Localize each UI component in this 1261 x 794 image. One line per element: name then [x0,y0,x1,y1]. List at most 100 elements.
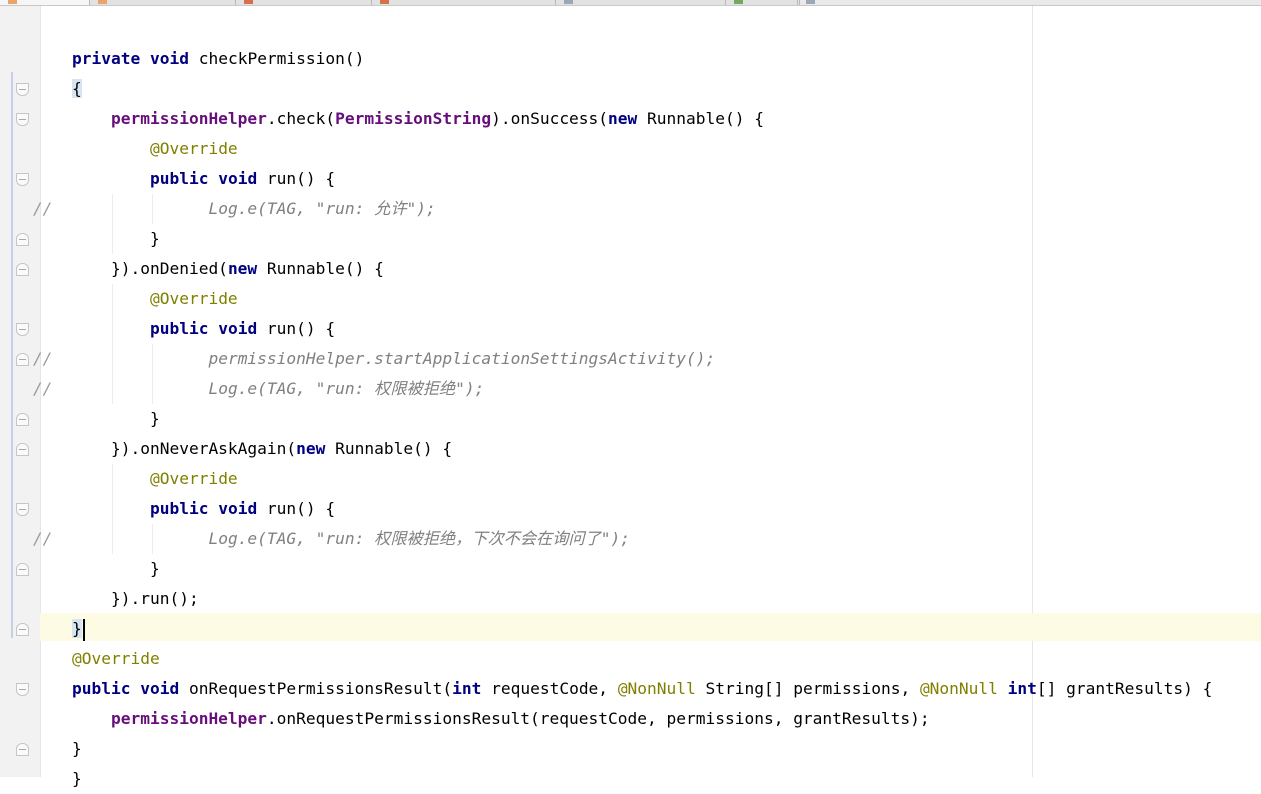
code-token: } [72,559,160,578]
code-token: public [149,319,209,338]
code-line[interactable]: } [72,224,160,254]
file-type-icon [98,0,107,4]
editor-tab-2[interactable] [90,0,236,5]
code-token: @Override [149,139,238,158]
vcs-change-marker[interactable] [11,72,13,638]
editor-tab-4[interactable] [372,0,556,5]
code-token: @NonNull [919,679,998,698]
code-line[interactable]: Log.e(TAG, "run: 允许"); [72,194,436,224]
editor-tab-6[interactable] [726,0,798,5]
code-line[interactable]: @Override [72,284,238,314]
code-line[interactable]: } [72,764,82,794]
fold-expand-icon[interactable] [16,503,29,516]
code-token: .check( [266,109,336,128]
fold-collapse-icon[interactable] [16,233,29,246]
code-token: Log.e(TAG, "run: 权限被拒绝，下次不会在询问了"); [208,529,630,548]
code-line[interactable]: Log.e(TAG, "run: 权限被拒绝，下次不会在询问了"); [72,524,630,554]
fold-expand-icon[interactable] [16,113,29,126]
file-type-icon [806,0,815,4]
code-token: }).onDenied( [72,259,228,278]
code-token: permissionHelper [110,709,267,728]
code-token: } [72,739,82,758]
editor-tab-bar [0,0,1261,6]
code-line[interactable]: private void checkPermission() [72,44,364,74]
code-line[interactable]: public void run() { [72,314,335,344]
code-line[interactable]: permissionHelper.startApplicationSetting… [72,344,715,374]
code-line[interactable]: }).onNeverAskAgain(new Runnable() { [72,434,452,464]
code-token: run() { [257,499,336,518]
code-token: private [72,49,141,68]
code-token: onRequestPermissionsResult( [179,679,453,698]
editor-tab-3[interactable] [236,0,372,5]
code-token: Log.e(TAG, "run: 允许"); [208,199,436,218]
code-token: @Override [72,649,160,668]
file-type-icon [380,0,389,4]
code-line[interactable]: public void run() { [72,164,335,194]
line-comment-marker: // [33,529,53,548]
code-token: Log.e(TAG, "run: 权限被拒绝"); [208,379,485,398]
code-line[interactable]: Log.e(TAG, "run: 权限被拒绝"); [72,374,484,404]
fold-collapse-icon[interactable] [16,623,29,636]
code-token: void [218,499,258,518]
fold-expand-icon[interactable] [16,323,29,336]
code-token: { [72,79,82,98]
code-token: } [72,229,160,248]
code-token: @Override [149,469,238,488]
code-line[interactable]: } [72,734,82,764]
code-line[interactable]: } [72,614,85,644]
fold-collapse-icon[interactable] [16,443,29,456]
code-line[interactable]: }).onDenied(new Runnable() { [72,254,384,284]
fold-collapse-icon[interactable] [16,413,29,426]
code-token: [] grantResults) { [1036,679,1213,698]
code-token: void [149,49,189,68]
code-line[interactable]: @Override [72,134,238,164]
fold-collapse-icon[interactable] [16,353,29,366]
fold-expand-icon[interactable] [16,683,29,696]
code-token: @NonNull [617,679,696,698]
code-token: int [452,679,482,698]
code-token: permissionHelper [110,109,267,128]
code-token: requestCode, [481,679,618,698]
code-token: run() { [257,169,336,188]
code-token: PermissionString [335,109,492,128]
fold-expand-icon[interactable] [16,173,29,186]
editor-tab-5[interactable] [556,0,726,5]
right-margin-guide [1032,6,1033,777]
file-type-icon [564,0,573,4]
code-line[interactable]: public void run() { [72,494,335,524]
code-line[interactable]: } [72,554,160,584]
fold-expand-icon[interactable] [16,83,29,96]
line-comment-marker: // [33,199,53,218]
editor-tab-7[interactable] [798,0,815,5]
code-line[interactable]: } [72,404,160,434]
line-comment-marker: // [33,379,53,398]
code-line[interactable]: permissionHelper.check(PermissionString)… [72,104,764,134]
code-line[interactable]: public void onRequestPermissionsResult(i… [72,674,1212,704]
file-type-icon [734,0,743,4]
fold-collapse-icon[interactable] [16,263,29,276]
code-line[interactable]: { [72,74,82,104]
code-line[interactable]: @Override [72,464,238,494]
code-token: } [72,619,82,638]
editor-tab-1[interactable] [0,0,90,5]
code-token: run() { [257,319,336,338]
line-comment-marker: // [33,349,53,368]
code-token: Runnable() { [325,439,453,458]
code-line[interactable]: }).run(); [72,584,199,614]
code-line[interactable]: @Override [72,644,160,674]
fold-collapse-icon[interactable] [16,563,29,576]
code-token: } [72,769,82,788]
code-line[interactable]: permissionHelper.onRequestPermissionsRes… [72,704,930,734]
fold-collapse-icon[interactable] [16,743,29,756]
